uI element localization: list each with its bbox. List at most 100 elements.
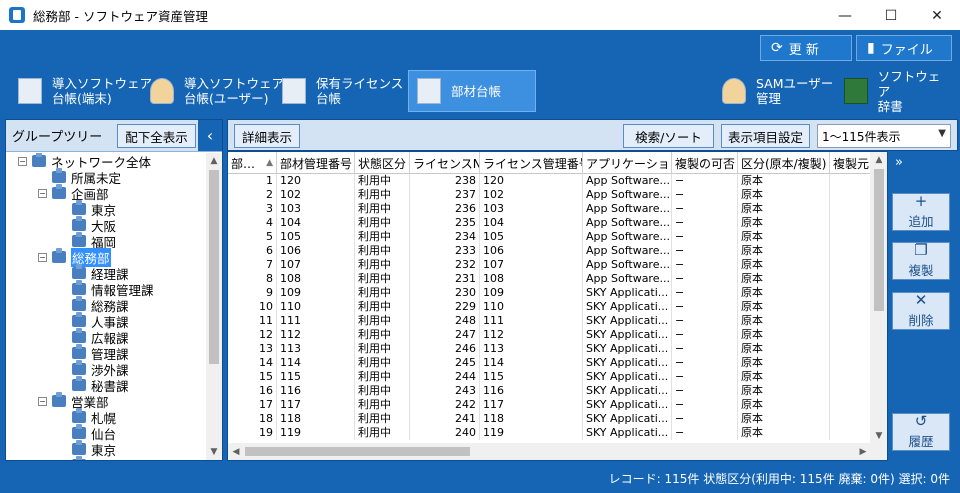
column-header[interactable]: アプリケーション名 — [583, 152, 672, 174]
scroll-down-icon[interactable]: ▼ — [206, 444, 222, 460]
tree-scroll-thumb[interactable] — [209, 170, 219, 364]
sort-ascending-icon: ▲ — [266, 158, 273, 168]
search-sort-button[interactable]: 検索/ソート — [623, 124, 714, 148]
table-row[interactable]: 16 116 利用中 243 116 SKY Applicati... − 原本 — [228, 384, 872, 398]
table-cell: 原本 — [738, 328, 830, 342]
nav-tile-user-ledger[interactable]: 導入ソフトウェア 台帳(ユーザー) — [142, 70, 292, 112]
table-cell: − — [672, 356, 738, 370]
column-header[interactable]: 部… ▲ — [228, 152, 277, 174]
nav-tile-sam-user[interactable]: SAMユーザー 管理 — [714, 70, 841, 112]
tree-expander-icon[interactable]: − — [38, 396, 47, 406]
parts-table: 部…▲部材管理番号状態区分ライセンスNo.ライセンス管理番号アプリケーション名複… — [227, 151, 888, 461]
column-header[interactable]: 部材管理番号 — [277, 152, 355, 174]
scroll-down-icon[interactable]: ▼ — [871, 428, 887, 444]
status-text: レコード: 115件 状態区分(利用中: 115件 廃棄: 0件) 選択: 0件 — [608, 472, 950, 486]
scroll-up-icon[interactable]: ▲ — [206, 153, 222, 169]
table-cell: − — [672, 286, 738, 300]
detail-view-button[interactable]: 詳細表示 — [234, 124, 300, 148]
show-all-button[interactable]: 配下全表示 — [117, 124, 196, 148]
table-row[interactable]: 17 117 利用中 242 117 SKY Applicati... − 原本 — [228, 398, 872, 412]
add-label: 追加 — [908, 214, 934, 229]
nav-tile-license-ledger[interactable]: 保有ライセンス 台帳 — [274, 70, 411, 112]
scroll-left-icon[interactable]: ◀ — [228, 444, 244, 460]
group-icon — [52, 392, 66, 407]
column-settings-button[interactable]: 表示項目設定 — [721, 124, 810, 148]
table-row[interactable]: 15 115 利用中 244 115 SKY Applicati... − 原本 — [228, 370, 872, 384]
table-row[interactable]: 2 102 利用中 237 102 App Software... − 原本 — [228, 188, 872, 202]
table-cell: App Software... — [583, 174, 672, 188]
close-button[interactable]: ✕ — [914, 0, 960, 31]
copy-button[interactable]: ❐ 複製 — [892, 242, 950, 280]
table-row[interactable]: 11 111 利用中 248 111 SKY Applicati... − 原本 — [228, 314, 872, 328]
table-cell: − — [672, 426, 738, 440]
table-row[interactable]: 19 119 利用中 240 119 SKY Applicati... − 原本 — [228, 426, 872, 440]
range-select[interactable]: 1〜115件表示 ▼ — [817, 124, 951, 148]
tree-item[interactable]: 早川 — [6, 456, 206, 460]
table-cell: 原本 — [738, 370, 830, 384]
table-cell: 247 — [410, 328, 480, 342]
nav-tile-dictionary[interactable]: ソフトウェア 辞書 — [836, 69, 960, 114]
table-cell: 利用中 — [355, 300, 410, 314]
table-hscroll-thumb[interactable] — [245, 447, 470, 456]
table-row[interactable]: 13 113 利用中 246 113 SKY Applicati... − 原本 — [228, 342, 872, 356]
refresh-icon: ⟳ — [771, 40, 783, 56]
table-row[interactable]: 7 107 利用中 232 107 App Software... − 原本 — [228, 258, 872, 272]
table-cell: SKY Applicati... — [583, 300, 672, 314]
table-cell: 108 — [480, 272, 583, 286]
column-header-label: 部… — [231, 156, 256, 171]
nav-tile-pc-ledger[interactable]: 導入ソフトウェア 台帳(端末) — [10, 70, 160, 112]
column-header[interactable]: 状態区分 — [355, 152, 410, 174]
column-header[interactable]: 複製の可否 — [672, 152, 738, 174]
table-row[interactable]: 5 105 利用中 234 105 App Software... − 原本 — [228, 230, 872, 244]
table-row[interactable]: 18 118 利用中 241 118 SKY Applicati... − 原本 — [228, 412, 872, 426]
table-hscrollbar[interactable]: ◀ ▶ — [228, 443, 887, 460]
table-row[interactable]: 1 120 利用中 238 120 App Software... − 原本 — [228, 174, 872, 188]
file-button[interactable]: ▮ ファイル — [856, 35, 952, 61]
minimize-button[interactable]: — — [822, 0, 868, 31]
column-header[interactable]: 複製元 — [830, 152, 872, 174]
app-icon — [9, 7, 25, 23]
tree-expander-icon[interactable]: − — [38, 252, 47, 262]
table-cell — [830, 258, 872, 272]
group-tree-panel: グループツリー 配下全表示 ‹ − ネットワーク全体 所属未定 − 企画部 東京 大阪 福岡 −… — [5, 119, 223, 461]
table-row[interactable]: 6 106 利用中 233 106 App Software... − 原本 — [228, 244, 872, 258]
tree-scrollbar[interactable]: ▲ ▼ — [206, 153, 222, 460]
table-cell: SKY Applicati... — [583, 328, 672, 342]
table-cell: 原本 — [738, 244, 830, 258]
column-header[interactable]: ライセンス管理番号 — [480, 152, 583, 174]
expand-icon[interactable]: » — [890, 151, 908, 173]
table-cell — [830, 244, 872, 258]
group-tree-title: グループツリー — [12, 130, 103, 145]
table-row[interactable]: 3 103 利用中 236 103 App Software... − 原本 — [228, 202, 872, 216]
table-row[interactable]: 10 110 利用中 229 110 SKY Applicati... − 原本 — [228, 300, 872, 314]
nav-tile-parts-ledger[interactable]: 部材台帳 — [408, 70, 536, 112]
table-cell: 230 — [410, 286, 480, 300]
table-vscrollbar[interactable]: ▲ ▼ — [870, 152, 887, 444]
table-row[interactable]: 8 108 利用中 231 108 App Software... − 原本 — [228, 272, 872, 286]
table-row[interactable]: 4 104 利用中 235 104 App Software... − 原本 — [228, 216, 872, 230]
table-row[interactable]: 12 112 利用中 247 112 SKY Applicati... − 原本 — [228, 328, 872, 342]
table-row[interactable]: 14 114 利用中 245 114 SKY Applicati... − 原本 — [228, 356, 872, 370]
maximize-button[interactable]: ☐ — [868, 0, 914, 31]
tree-expander-icon[interactable]: − — [38, 188, 47, 198]
table-cell: 7 — [228, 258, 277, 272]
column-header[interactable]: ライセンスNo. — [410, 152, 480, 174]
add-button[interactable]: + 追加 — [892, 193, 950, 231]
table-vscroll-thumb[interactable] — [874, 169, 884, 311]
table-cell — [830, 426, 872, 440]
table-cell: 114 — [480, 356, 583, 370]
collapse-panel-icon[interactable]: ‹ — [198, 120, 222, 151]
table-row[interactable]: 9 109 利用中 230 109 SKY Applicati... − 原本 — [228, 286, 872, 300]
table-cell: 利用中 — [355, 328, 410, 342]
table-cell: 234 — [410, 230, 480, 244]
group-icon — [72, 216, 86, 231]
history-button[interactable]: ↺ 履歴 — [892, 413, 950, 451]
scroll-up-icon[interactable]: ▲ — [871, 152, 887, 168]
refresh-button[interactable]: ⟳ 更 新 — [760, 35, 852, 61]
delete-button[interactable]: ✕ 削除 — [892, 292, 950, 330]
table-cell: 原本 — [738, 286, 830, 300]
scroll-right-icon[interactable]: ▶ — [855, 444, 871, 460]
column-header[interactable]: 区分(原本/複製) — [738, 152, 830, 174]
table-cell: 19 — [228, 426, 277, 440]
tree-expander-icon[interactable]: − — [18, 156, 27, 166]
